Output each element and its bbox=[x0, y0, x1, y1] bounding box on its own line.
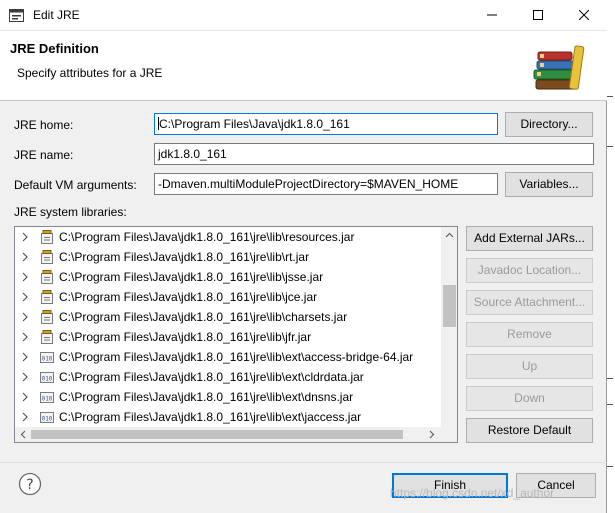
maximize-icon bbox=[533, 10, 543, 20]
edge-mark bbox=[607, 378, 613, 379]
library-rows: C:\Program Files\Java\jdk1.8.0_161\jre\l… bbox=[15, 227, 441, 427]
eclipse-app-icon bbox=[9, 9, 24, 22]
library-path: C:\Program Files\Java\jdk1.8.0_161\jre\l… bbox=[59, 250, 310, 264]
directory-button[interactable]: Directory... bbox=[505, 112, 593, 137]
restore-default-button[interactable]: Restore Default bbox=[466, 418, 593, 443]
scroll-up-icon bbox=[445, 232, 454, 238]
window-title: Edit JRE bbox=[33, 8, 80, 22]
library-path: C:\Program Files\Java\jdk1.8.0_161\jre\l… bbox=[59, 290, 318, 304]
library-path: C:\Program Files\Java\jdk1.8.0_161\jre\l… bbox=[59, 230, 355, 244]
chevron-right-icon[interactable] bbox=[22, 252, 28, 262]
javadoc-location-button[interactable]: Javadoc Location... bbox=[466, 258, 593, 283]
library-row[interactable]: 010 C:\Program Files\Java\jdk1.8.0_161\jr… bbox=[15, 347, 441, 367]
horizontal-scroll-thumb[interactable] bbox=[31, 430, 403, 439]
header-subtitle: Specify attributes for a JRE bbox=[17, 66, 163, 80]
library-row[interactable]: C:\Program Files\Java\jdk1.8.0_161\jre\l… bbox=[15, 247, 441, 267]
binary-jar-icon: 010 bbox=[39, 369, 55, 388]
jre-name-input[interactable]: jdk1.8.0_161 bbox=[154, 143, 594, 165]
library-path: C:\Program Files\Java\jdk1.8.0_161\jre\l… bbox=[59, 310, 348, 324]
binary-jar-icon: 010 bbox=[39, 389, 55, 408]
chevron-right-icon[interactable] bbox=[22, 272, 28, 282]
library-row[interactable]: C:\Program Files\Java\jdk1.8.0_161\jre\l… bbox=[15, 227, 441, 247]
jar-icon bbox=[39, 229, 55, 248]
chevron-right-icon[interactable] bbox=[22, 332, 28, 342]
library-row[interactable]: 010 C:\Program Files\Java\jdk1.8.0_161\jr… bbox=[15, 387, 441, 407]
library-row[interactable]: C:\Program Files\Java\jdk1.8.0_161\jre\l… bbox=[15, 287, 441, 307]
chevron-right-icon[interactable] bbox=[22, 392, 28, 402]
scroll-corner bbox=[441, 427, 457, 442]
svg-text:?: ? bbox=[26, 477, 33, 493]
edit-jre-dialog: Edit JRE JRE Definition Specify attribut… bbox=[0, 0, 607, 513]
chevron-right-icon[interactable] bbox=[22, 232, 28, 242]
edge-mark bbox=[607, 404, 613, 405]
chevron-right-icon[interactable] bbox=[22, 312, 28, 322]
jar-icon bbox=[39, 309, 55, 328]
vm-arguments-label: Default VM arguments: bbox=[14, 178, 137, 192]
help-icon[interactable]: ? bbox=[18, 472, 42, 496]
scroll-left-icon bbox=[20, 430, 26, 439]
close-icon bbox=[579, 10, 589, 20]
library-row[interactable]: C:\Program Files\Java\jdk1.8.0_161\jre\l… bbox=[15, 307, 441, 327]
library-row[interactable]: 010 C:\Program Files\Java\jdk1.8.0_161\jr… bbox=[15, 367, 441, 387]
binary-jar-icon: 010 bbox=[39, 409, 55, 427]
binary-jar-icon: 010 bbox=[39, 349, 55, 368]
add-external-jars-button[interactable]: Add External JARs... bbox=[466, 226, 593, 251]
library-path: C:\Program Files\Java\jdk1.8.0_161\jre\l… bbox=[59, 410, 362, 424]
footer-separator bbox=[0, 462, 607, 463]
system-libraries-tree[interactable]: C:\Program Files\Java\jdk1.8.0_161\jre\l… bbox=[14, 226, 458, 443]
close-button[interactable] bbox=[561, 0, 607, 30]
header-title: JRE Definition bbox=[10, 41, 99, 56]
minimize-icon bbox=[487, 14, 497, 16]
chevron-right-icon[interactable] bbox=[22, 352, 28, 362]
library-path: C:\Program Files\Java\jdk1.8.0_161\jre\l… bbox=[59, 330, 312, 344]
library-row[interactable]: C:\Program Files\Java\jdk1.8.0_161\jre\l… bbox=[15, 267, 441, 287]
jar-icon bbox=[39, 249, 55, 268]
chevron-right-icon[interactable] bbox=[22, 292, 28, 302]
jre-name-label: JRE name: bbox=[14, 148, 74, 162]
svg-text:010: 010 bbox=[42, 376, 53, 383]
horizontal-scrollbar[interactable] bbox=[15, 427, 441, 442]
watermark-text: https://blog.csdn.net/xd_author bbox=[390, 486, 555, 500]
library-path: C:\Program Files\Java\jdk1.8.0_161\jre\l… bbox=[59, 270, 324, 284]
maximize-button[interactable] bbox=[515, 0, 561, 30]
library-path: C:\Program Files\Java\jdk1.8.0_161\jre\l… bbox=[59, 390, 354, 404]
jar-icon bbox=[39, 269, 55, 288]
library-path: C:\Program Files\Java\jdk1.8.0_161\jre\l… bbox=[59, 370, 364, 384]
chevron-right-icon[interactable] bbox=[22, 372, 28, 382]
jre-home-label: JRE home: bbox=[14, 118, 74, 132]
down-button[interactable]: Down bbox=[466, 386, 593, 411]
title-bar[interactable]: Edit JRE bbox=[0, 0, 607, 31]
jar-icon bbox=[39, 329, 55, 348]
jar-icon bbox=[39, 289, 55, 308]
library-row[interactable]: C:\Program Files\Java\jdk1.8.0_161\jre\l… bbox=[15, 327, 441, 347]
jre-home-input[interactable]: C:\Program Files\Java\jdk1.8.0_161 bbox=[154, 113, 498, 135]
scroll-right-icon bbox=[429, 430, 435, 439]
svg-text:010: 010 bbox=[42, 356, 53, 363]
vertical-scrollbar[interactable] bbox=[441, 227, 457, 427]
edge-mark bbox=[607, 146, 613, 147]
library-path: C:\Program Files\Java\jdk1.8.0_161\jre\l… bbox=[59, 350, 414, 364]
edge-mark bbox=[607, 466, 613, 467]
edge-mark bbox=[607, 96, 613, 97]
vertical-scroll-thumb[interactable] bbox=[443, 285, 456, 327]
minimize-button[interactable] bbox=[469, 0, 515, 30]
source-attachment-button[interactable]: Source Attachment... bbox=[466, 290, 593, 315]
system-libraries-label: JRE system libraries: bbox=[14, 205, 127, 219]
up-button[interactable]: Up bbox=[466, 354, 593, 379]
dialog-header: JRE Definition Specify attributes for a … bbox=[0, 31, 607, 101]
variables-button[interactable]: Variables... bbox=[505, 172, 593, 197]
library-row[interactable]: 010 C:\Program Files\Java\jdk1.8.0_161\jr… bbox=[15, 407, 441, 427]
books-icon bbox=[533, 45, 585, 90]
svg-text:010: 010 bbox=[42, 396, 53, 403]
svg-text:010: 010 bbox=[42, 416, 53, 423]
remove-button[interactable]: Remove bbox=[466, 322, 593, 347]
vm-arguments-input[interactable]: -Dmaven.multiModuleProjectDirectory=$MAV… bbox=[154, 173, 498, 195]
background-window-edge bbox=[607, 0, 615, 513]
chevron-right-icon[interactable] bbox=[22, 412, 28, 422]
